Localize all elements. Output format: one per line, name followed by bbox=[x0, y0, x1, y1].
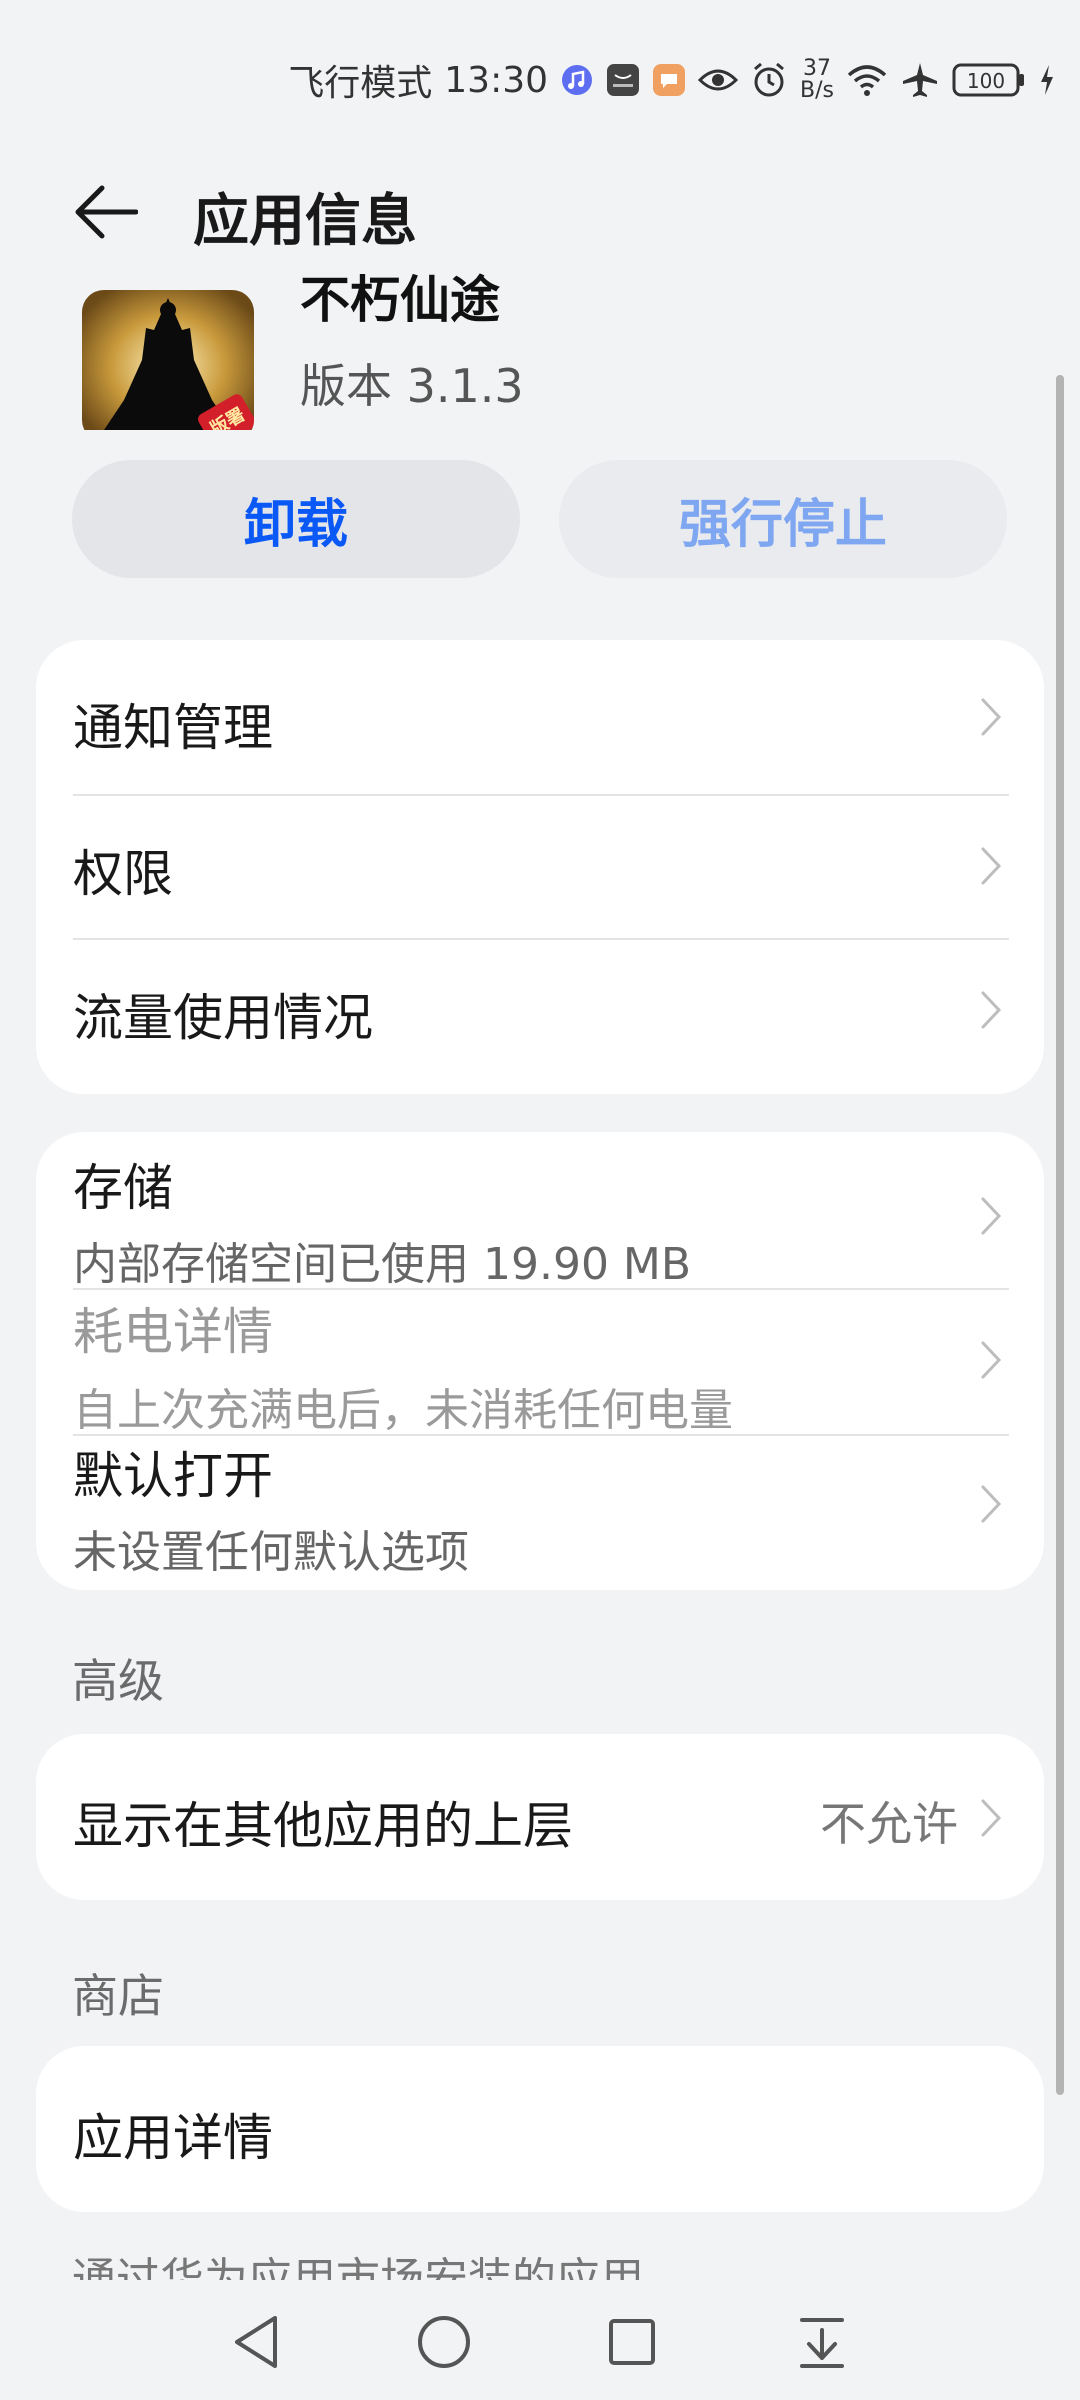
chevron-right-icon bbox=[976, 844, 1006, 888]
list-item-permissions[interactable]: 权限 bbox=[36, 796, 1044, 938]
nav-notification-button[interactable] bbox=[782, 2302, 862, 2382]
battery-level: 100 bbox=[967, 69, 1005, 93]
net-speed-unit: B/s bbox=[800, 78, 834, 103]
airplane-mode-label: 飞行模式 bbox=[288, 63, 433, 104]
back-button[interactable] bbox=[60, 172, 150, 252]
store-install-note: 通过华为应用市场安装的应用 bbox=[72, 2254, 644, 2280]
pull-down-icon bbox=[800, 2318, 844, 2368]
row-title: 通知管理 bbox=[73, 699, 273, 757]
chevron-right-icon bbox=[976, 1338, 1006, 1382]
back-arrow-icon bbox=[75, 185, 138, 239]
list-item-app-details[interactable]: 应用详情 bbox=[36, 2046, 1044, 2212]
list-item-open-by-default[interactable]: 默认打开 未设置任何默认选项 bbox=[36, 1436, 1044, 1590]
row-subtitle: 未设置任何默认选项 bbox=[73, 1527, 469, 1578]
nav-recents-button[interactable] bbox=[592, 2302, 672, 2382]
row-subtitle: 自上次充满电后，未消耗任何电量 bbox=[73, 1385, 733, 1436]
net-speed: 37 B/s bbox=[800, 58, 834, 102]
chevron-right-icon bbox=[976, 1796, 1006, 1840]
force-stop-button[interactable]: 强行停止 bbox=[559, 460, 1007, 578]
app-icon: 版署 bbox=[82, 290, 254, 430]
list-item-display-over-apps[interactable]: 显示在其他应用的上层 不允许 bbox=[36, 1734, 1044, 1900]
clock: 13:30 bbox=[444, 59, 549, 101]
chevron-right-icon bbox=[976, 1194, 1006, 1238]
app-version: 版本 3.1.3 bbox=[300, 359, 524, 413]
chevron-right-icon bbox=[976, 988, 1006, 1032]
status-icons: 飞行模式 13:30 37 B/s 100 bbox=[288, 55, 1080, 105]
status-bar: 飞行模式 13:30 37 B/s 100 bbox=[0, 0, 1080, 160]
net-speed-value: 37 bbox=[803, 56, 832, 81]
alarm-icon bbox=[750, 61, 788, 99]
row-title: 耗电详情 bbox=[73, 1303, 273, 1361]
page-title: 应用信息 bbox=[193, 189, 417, 254]
system-nav-bar bbox=[0, 2280, 1080, 2400]
nav-home-button[interactable] bbox=[404, 2302, 484, 2382]
list-item-storage[interactable]: 存储 内部存储空间已使用 19.90 MB bbox=[36, 1132, 1044, 1290]
settings-card-store: 应用详情 bbox=[36, 2046, 1044, 2212]
app-bar: 应用信息 bbox=[0, 160, 1080, 260]
row-title: 权限 bbox=[73, 845, 173, 903]
chevron-right-icon bbox=[976, 695, 1006, 739]
scrollbar[interactable] bbox=[1056, 375, 1064, 2095]
battery-icon: 100 bbox=[952, 63, 1026, 97]
row-value: 不允许 bbox=[820, 1797, 958, 1851]
uninstall-button[interactable]: 卸载 bbox=[72, 460, 520, 578]
circle-home-icon bbox=[418, 2316, 470, 2368]
eye-icon bbox=[698, 65, 739, 95]
message-icon bbox=[652, 63, 686, 97]
row-title: 显示在其他应用的上层 bbox=[73, 1797, 573, 1855]
row-subtitle: 内部存储空间已使用 19.90 MB bbox=[73, 1239, 692, 1290]
huawei-icon bbox=[606, 63, 640, 97]
app-name: 不朽仙途 bbox=[300, 271, 500, 329]
chevron-right-icon bbox=[976, 1482, 1006, 1526]
charging-icon bbox=[1038, 63, 1056, 97]
section-label-store: 商店 bbox=[72, 1969, 164, 2023]
list-item-battery-usage[interactable]: 耗电详情 自上次充满电后，未消耗任何电量 bbox=[36, 1290, 1044, 1436]
row-title: 存储 bbox=[73, 1159, 173, 1217]
row-title: 流量使用情况 bbox=[73, 989, 373, 1047]
triangle-back-icon bbox=[235, 2316, 277, 2368]
nav-back-button[interactable] bbox=[216, 2302, 296, 2382]
row-title: 默认打开 bbox=[73, 1447, 273, 1505]
settings-card-storage: 存储 内部存储空间已使用 19.90 MB 耗电详情 自上次充满电后，未消耗任何… bbox=[36, 1132, 1044, 1590]
wifi-icon bbox=[846, 63, 888, 97]
list-item-notifications[interactable]: 通知管理 bbox=[36, 640, 1044, 794]
list-item-data-usage[interactable]: 流量使用情况 bbox=[36, 940, 1044, 1094]
airplane-icon bbox=[900, 60, 940, 100]
square-recents-icon bbox=[609, 2319, 655, 2365]
settings-card-advanced: 显示在其他应用的上层 不允许 bbox=[36, 1734, 1044, 1900]
music-icon bbox=[560, 63, 594, 97]
row-title: 应用详情 bbox=[73, 2109, 273, 2167]
settings-card-main: 通知管理 权限 流量使用情况 bbox=[36, 640, 1044, 1094]
app-header: 版署 不朽仙途 版本 3.1.3 bbox=[0, 270, 1080, 430]
section-label-advanced: 高级 bbox=[72, 1654, 164, 1708]
